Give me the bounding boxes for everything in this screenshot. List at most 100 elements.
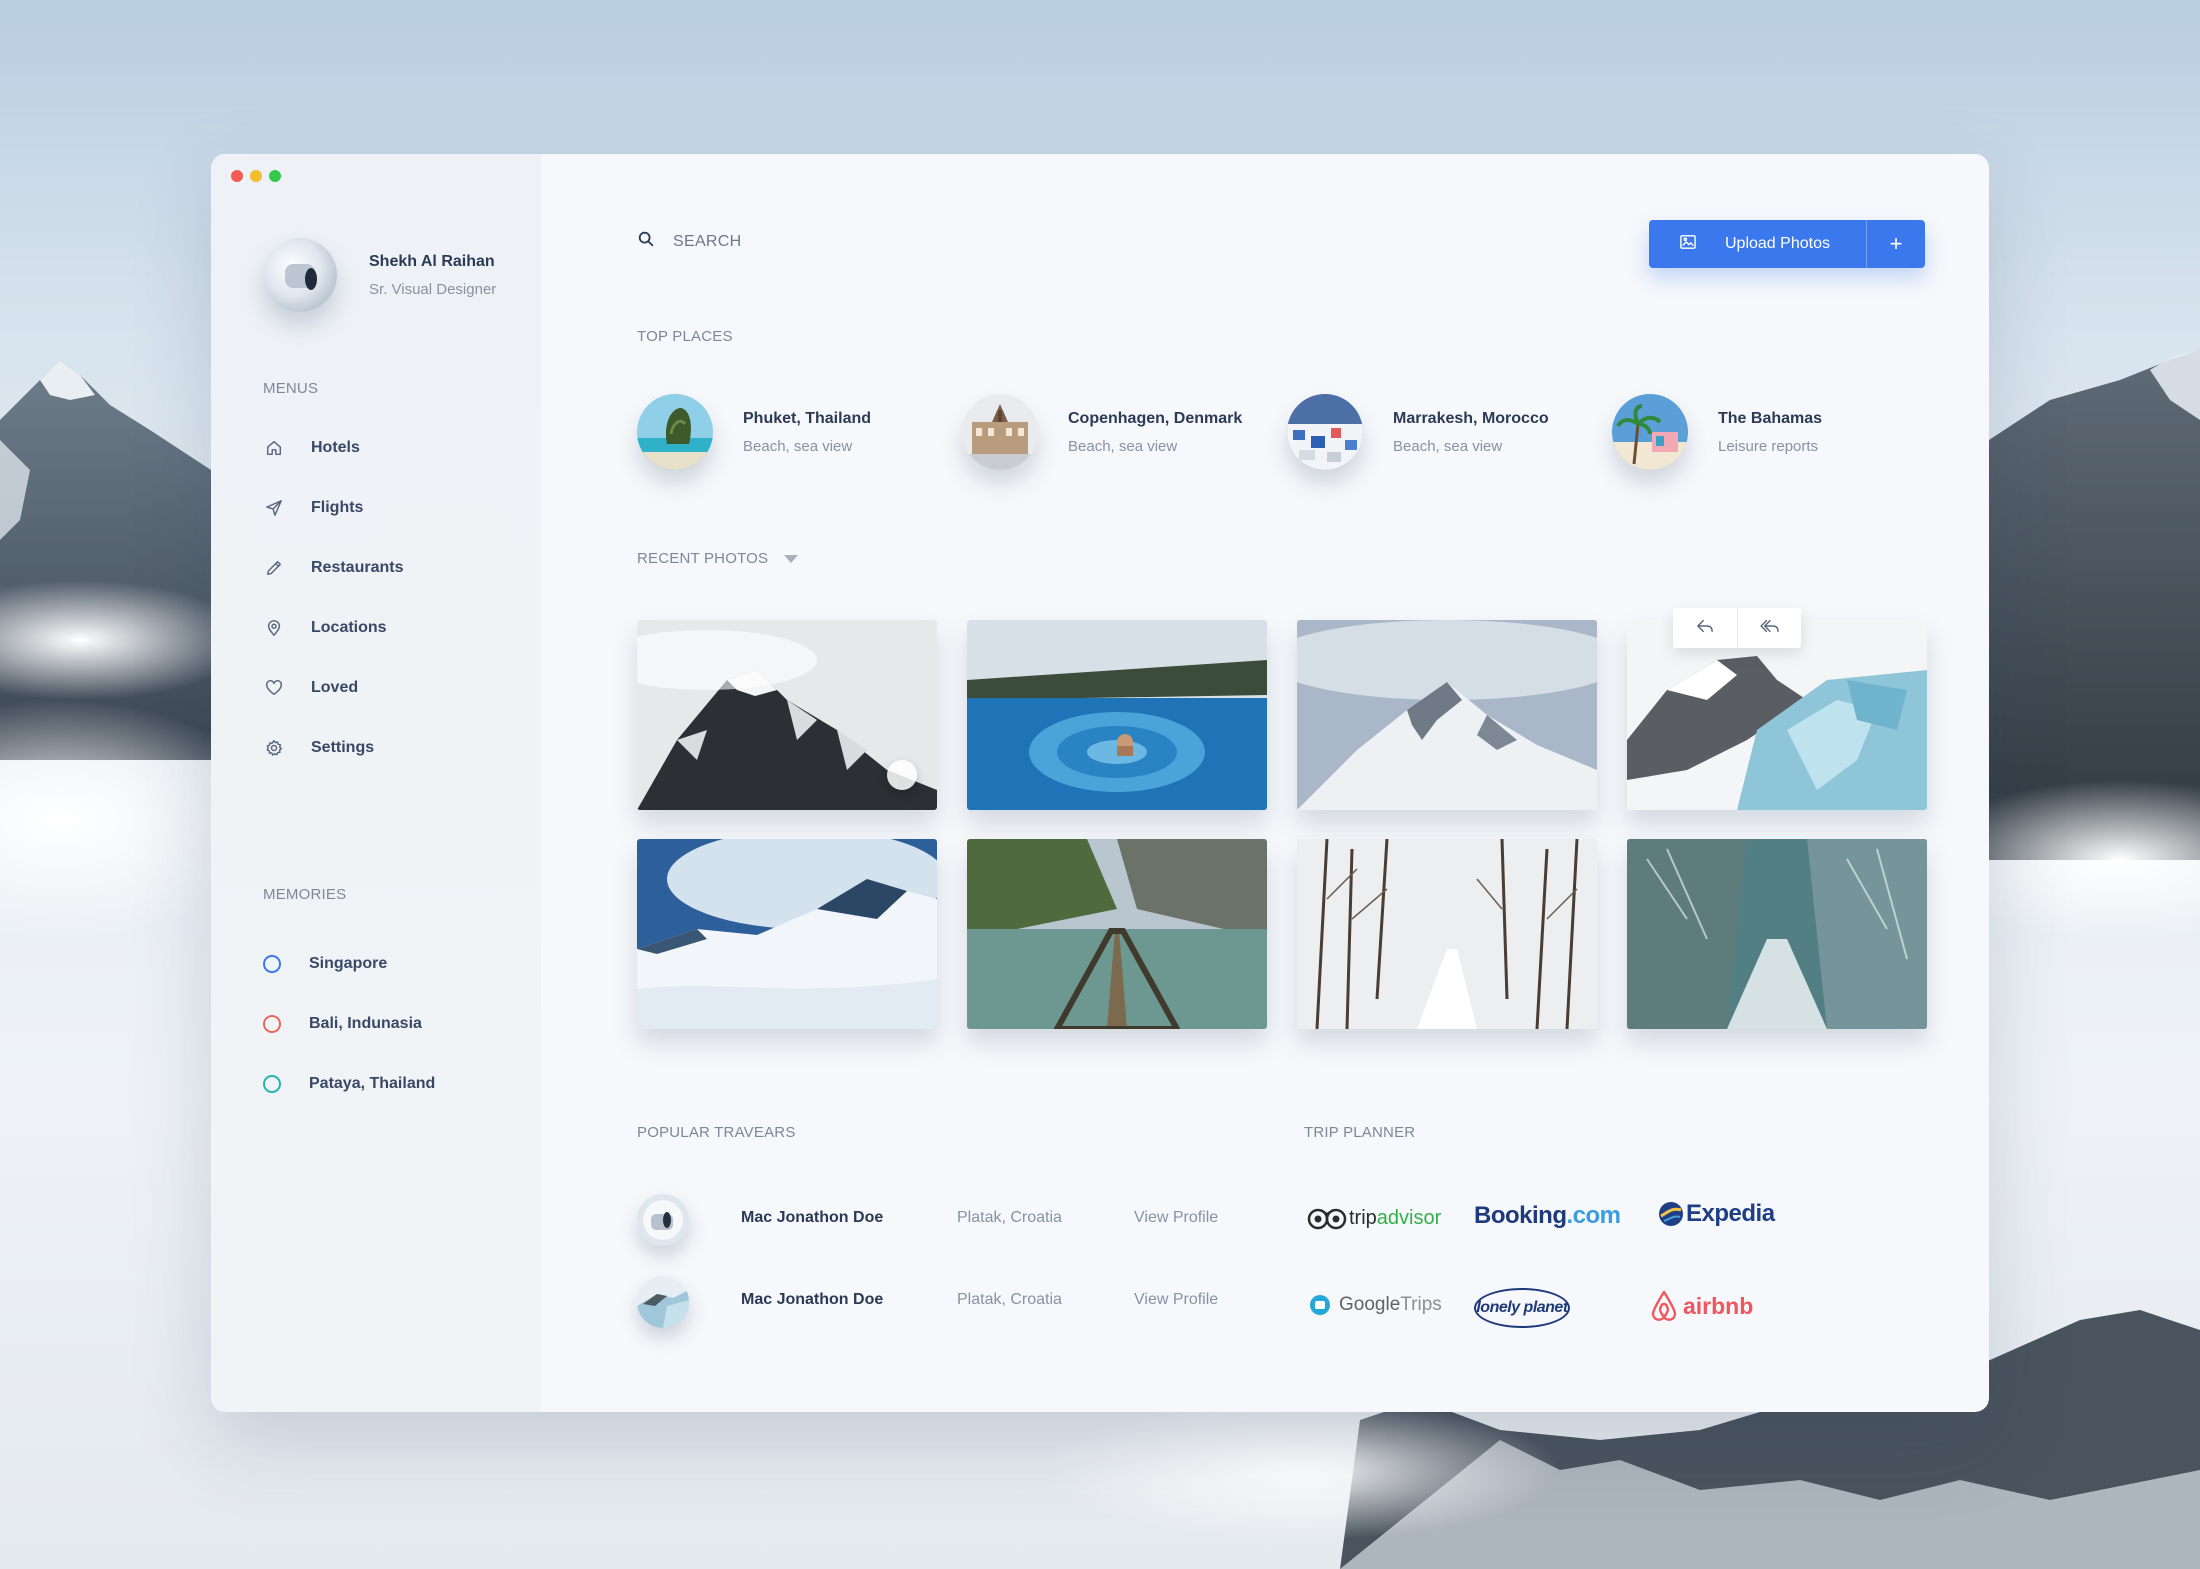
photo-thumbnail[interactable] [637, 839, 937, 1029]
place-subtitle: Beach, sea view [743, 437, 853, 455]
photo-thumbnail[interactable] [1297, 620, 1597, 810]
lonely-planet-logo[interactable]: lonely planet [1474, 1288, 1570, 1328]
traveler-row: Mac Jonathon Doe Platak, Croatia View Pr… [637, 1276, 1218, 1328]
view-profile-link[interactable]: View Profile [1134, 1209, 1218, 1227]
sidebar-item-restaurants[interactable]: Restaurants [263, 538, 403, 598]
reply-icon [1696, 618, 1714, 639]
place-subtitle: Beach, sea view [1393, 437, 1503, 455]
memories-heading: MEMORIES [263, 886, 347, 903]
airbnb-wordmark: airbnb [1683, 1292, 1754, 1319]
place-name: Marrakesh, Morocco [1393, 409, 1549, 427]
sidebar: Shekh Al Raihan Sr. Visual Designer MENU… [211, 154, 541, 1412]
lonely-planet-wordmark: lonely planet [1476, 1299, 1568, 1316]
send-icon [263, 497, 285, 519]
google-trips-wordmark-accent: Trips [1400, 1294, 1442, 1315]
trip-planner-heading: TRIP PLANNER [1304, 1124, 1416, 1141]
minimize-window-button[interactable] [250, 170, 262, 182]
photo-thumbnail[interactable] [1297, 839, 1597, 1029]
booking-logo[interactable]: Booking .com [1474, 1202, 1621, 1230]
tripadvisor-wordmark-accent: advisor [1376, 1206, 1442, 1229]
traveler-name[interactable]: Mac Jonathon Doe [741, 1291, 883, 1309]
reply-all-icon [1759, 618, 1780, 639]
reply-button[interactable] [1673, 608, 1737, 648]
place-thumbnail [637, 394, 713, 470]
google-trips-wordmark: Google [1339, 1294, 1401, 1315]
photo-thumbnail[interactable] [967, 620, 1267, 810]
airbnb-logo[interactable]: airbnb [1649, 1290, 1753, 1322]
heart-icon [263, 677, 285, 699]
avatar[interactable] [637, 1276, 689, 1328]
sidebar-item-label: Locations [311, 619, 387, 636]
place-subtitle: Leisure reports [1718, 437, 1819, 455]
recent-photos-dropdown[interactable]: RECENT PHOTOS [637, 550, 799, 567]
place-card-marrakesh[interactable]: Marrakesh, Morocco Beach, sea view [1287, 394, 1612, 470]
place-thumbnail [962, 394, 1038, 470]
menus-heading: MENUS [263, 380, 319, 397]
tripadvisor-wordmark: trip [1349, 1206, 1377, 1229]
user-profile[interactable]: Shekh Al Raihan Sr. Visual Designer [263, 238, 496, 312]
photo-thumbnail[interactable] [637, 620, 937, 810]
expedia-logo[interactable]: Expedia [1658, 1200, 1775, 1228]
sidebar-item-label: Flights [311, 499, 364, 516]
photo-thumbnail[interactable] [1627, 839, 1927, 1029]
sidebar-item-label: Settings [311, 739, 375, 756]
photo-thumbnail[interactable] [1627, 620, 1927, 810]
photo-select-toggle[interactable] [887, 760, 917, 790]
memory-label: Pataya, Thailand [309, 1075, 436, 1092]
memory-label: Singapore [309, 955, 388, 972]
avatar[interactable] [263, 238, 337, 312]
profile-role: Sr. Visual Designer [369, 280, 497, 298]
globe-icon [1659, 1202, 1683, 1226]
search-input[interactable]: SEARCH [673, 233, 741, 251]
sidebar-menu: Hotels Flights Restaurants Locations Lov… [263, 418, 403, 778]
place-card-copenhagen[interactable]: Copenhagen, Denmark Beach, sea view [962, 394, 1287, 470]
tripadvisor-logo[interactable]: trip advisor [1307, 1206, 1441, 1230]
place-name: The Bahamas [1718, 409, 1823, 427]
view-profile-link[interactable]: View Profile [1134, 1291, 1218, 1309]
top-places-heading: TOP PLACES [637, 328, 733, 345]
sidebar-item-label: Loved [311, 679, 359, 696]
photo-actions-popover [1673, 608, 1801, 648]
maximize-window-button[interactable] [269, 170, 281, 182]
location-pin-icon [263, 617, 285, 639]
memory-item-bali[interactable]: Bali, Indunasia [263, 994, 435, 1054]
sidebar-item-label: Hotels [311, 439, 360, 456]
reply-all-button[interactable] [1737, 608, 1801, 648]
owl-icon [1307, 1208, 1347, 1230]
sidebar-item-loved[interactable]: Loved [263, 658, 403, 718]
memories-list: Singapore Bali, Indunasia Pataya, Thaila… [263, 934, 435, 1114]
place-name: Phuket, Thailand [743, 409, 872, 427]
recent-photos-heading: RECENT PHOTOS [637, 550, 769, 567]
traveler-name[interactable]: Mac Jonathon Doe [741, 1209, 883, 1227]
sidebar-item-locations[interactable]: Locations [263, 598, 403, 658]
top-places-list: Phuket, Thailand Beach, sea view Copenha… [637, 394, 1937, 470]
upload-photos-label: Upload Photos [1725, 235, 1830, 252]
booking-wordmark: Booking [1474, 1202, 1567, 1229]
close-window-button[interactable] [231, 170, 243, 182]
google-trips-icon [1310, 1295, 1330, 1315]
photo-thumbnail[interactable] [967, 839, 1267, 1029]
memory-item-pataya[interactable]: Pataya, Thailand [263, 1054, 435, 1114]
place-thumbnail [1612, 394, 1688, 470]
search-bar[interactable]: SEARCH [637, 230, 741, 253]
image-icon [1679, 234, 1697, 255]
google-trips-logo[interactable]: Google Trips [1309, 1294, 1442, 1316]
window-controls [231, 170, 281, 182]
add-button[interactable]: + [1867, 220, 1925, 268]
memory-item-singapore[interactable]: Singapore [263, 934, 435, 994]
popular-travelers-heading: POPULAR TRAVEARS [637, 1124, 796, 1141]
sidebar-item-settings[interactable]: Settings [263, 718, 403, 778]
sidebar-item-flights[interactable]: Flights [263, 478, 403, 538]
expedia-wordmark: Expedia [1686, 1200, 1775, 1227]
circle-icon [263, 955, 281, 973]
place-subtitle: Beach, sea view [1068, 437, 1178, 455]
place-card-phuket[interactable]: Phuket, Thailand Beach, sea view [637, 394, 962, 470]
place-thumbnail [1287, 394, 1363, 470]
traveler-location: Platak, Croatia [957, 1209, 1062, 1226]
upload-photos-button[interactable]: Upload Photos + [1649, 220, 1925, 268]
sidebar-item-hotels[interactable]: Hotels [263, 418, 403, 478]
avatar[interactable] [637, 1194, 689, 1246]
place-card-bahamas[interactable]: The Bahamas Leisure reports [1612, 394, 1937, 470]
profile-name: Shekh Al Raihan [369, 252, 495, 270]
home-icon [263, 437, 285, 459]
